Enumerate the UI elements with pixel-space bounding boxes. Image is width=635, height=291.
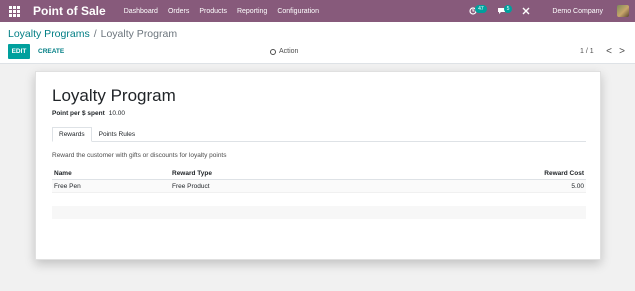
breadcrumb-separator: /	[93, 28, 97, 40]
messages-button[interactable]: 5	[497, 4, 513, 15]
table-header: Name Reward Type Reward Cost	[52, 168, 586, 180]
activity-count-badge: 47	[475, 4, 487, 13]
pager-previous-button[interactable]: <	[604, 44, 614, 59]
top-navbar: Point of Sale Dashboard Orders Products …	[0, 0, 635, 22]
main-menu: Dashboard Orders Products Reporting Conf…	[124, 8, 319, 15]
edit-button[interactable]: EDIT	[8, 44, 30, 59]
cell-reward-cost: 5.00	[571, 182, 584, 190]
company-switcher[interactable]: Demo Company	[552, 8, 603, 15]
menu-configuration[interactable]: Configuration	[277, 8, 319, 15]
empty-row	[52, 193, 586, 206]
empty-row	[52, 206, 586, 219]
record-title: Loyalty Program	[52, 86, 176, 105]
messages-count-badge: 5	[503, 4, 513, 13]
breadcrumb-parent-link[interactable]: Loyalty Programs	[8, 28, 90, 40]
action-menu-button[interactable]: Action	[270, 44, 298, 59]
notebook-tabs: Rewards Points Rules	[52, 127, 586, 142]
column-header-reward-cost[interactable]: Reward Cost	[372, 170, 586, 177]
control-panel: Loyalty Programs / Loyalty Program EDIT CR…	[0, 22, 635, 64]
menu-reporting[interactable]: Reporting	[237, 8, 267, 15]
menu-products[interactable]: Products	[199, 8, 227, 15]
breadcrumb-current: Loyalty Program	[100, 28, 178, 40]
tab-points-rules[interactable]: Points Rules	[92, 127, 143, 142]
rewards-description: Reward the customer with gifts or discou…	[52, 152, 227, 159]
app-title[interactable]: Point of Sale	[33, 4, 106, 18]
apps-menu-icon[interactable]	[7, 4, 21, 18]
rewards-table: Name Reward Type Reward Cost Free Pen Fr…	[52, 168, 586, 219]
column-header-reward-type[interactable]: Reward Type	[172, 170, 372, 177]
tools-icon	[522, 7, 530, 15]
menu-orders[interactable]: Orders	[168, 8, 189, 15]
pager-next-button[interactable]: >	[617, 44, 627, 59]
gear-icon	[270, 48, 276, 55]
points-field: Point per $ spent 10.00	[52, 110, 125, 117]
systray: 47 5 Demo Company	[469, 0, 635, 22]
column-header-name[interactable]: Name	[52, 170, 172, 177]
table-row[interactable]: Free Pen Free Product 5.00	[52, 180, 586, 193]
action-label: Action	[279, 48, 299, 55]
activity-button[interactable]: 47	[469, 4, 487, 15]
create-button[interactable]: CREATE	[38, 44, 64, 59]
cell-name: Free Pen	[54, 182, 81, 190]
user-avatar[interactable]	[617, 5, 629, 17]
cell-reward-type: Free Product	[172, 182, 210, 190]
debug-button[interactable]	[522, 7, 530, 15]
points-label: Point per $ spent	[52, 110, 105, 117]
form-sheet: Loyalty Program Point per $ spent 10.00 R…	[35, 71, 601, 260]
pager-value[interactable]: 1 / 1	[580, 44, 594, 59]
points-value: 10.00	[108, 110, 126, 117]
breadcrumb: Loyalty Programs / Loyalty Program	[8, 28, 177, 40]
menu-dashboard[interactable]: Dashboard	[124, 8, 158, 15]
tab-rewards[interactable]: Rewards	[52, 127, 92, 142]
